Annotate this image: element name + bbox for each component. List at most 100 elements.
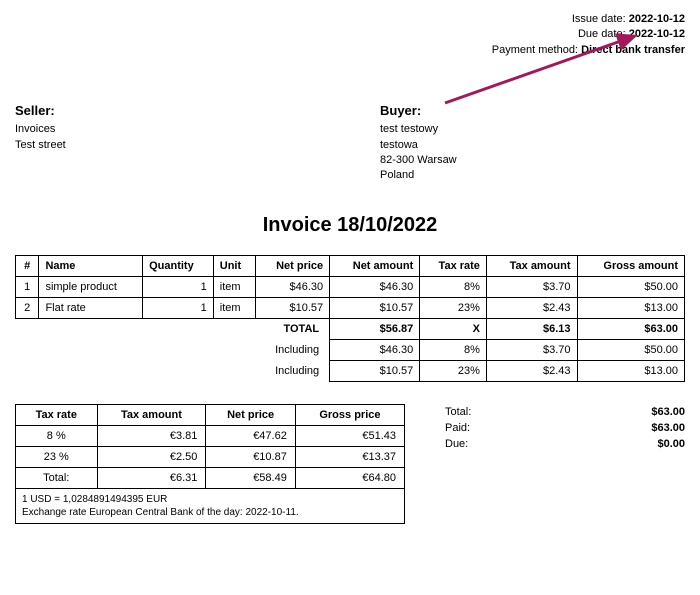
exchange-line1: 1 USD = 1,0284891494395 EUR xyxy=(22,493,398,506)
invoice-meta: Issue date: 2022-10-12 Due date: 2022-10… xyxy=(15,12,685,58)
tax-gross: €13.37 xyxy=(295,446,404,467)
including-net-amount: $46.30 xyxy=(330,339,420,360)
total-label: Total: xyxy=(445,406,471,418)
tax-col-amount: Tax amount xyxy=(97,404,206,425)
invoice-title: Invoice 18/10/2022 xyxy=(15,214,685,237)
tax-col-gross: Gross price xyxy=(295,404,404,425)
tax-total-row: Total: €6.31 €58.49 €64.80 xyxy=(16,467,405,488)
col-tax-rate: Tax rate xyxy=(420,255,487,276)
item-net-price: $46.30 xyxy=(255,276,329,297)
items-header-row: # Name Quantity Unit Net price Net amoun… xyxy=(16,255,685,276)
items-table: # Name Quantity Unit Net price Net amoun… xyxy=(15,255,685,382)
tax-row: 23 % €2.50 €10.87 €13.37 xyxy=(16,446,405,467)
item-name: Flat rate xyxy=(39,297,143,318)
totals-block: Total: $63.00 Paid: $63.00 Due: $0.00 xyxy=(445,404,685,452)
item-row: 2 Flat rate 1 item $10.57 $10.57 23% $2.… xyxy=(16,297,685,318)
due-row: Due: $0.00 xyxy=(445,436,685,452)
item-tax-rate: 23% xyxy=(420,297,487,318)
tax-table: Tax rate Tax amount Net price Gross pric… xyxy=(15,404,405,489)
due-label: Due: xyxy=(445,438,468,450)
due-date-value: 2022-10-12 xyxy=(629,28,685,40)
total-label: TOTAL xyxy=(255,318,329,339)
buyer-street: testowa xyxy=(380,138,685,153)
item-gross-amount: $50.00 xyxy=(577,276,684,297)
total-value: $63.00 xyxy=(651,406,685,418)
including-tax-amount: $3.70 xyxy=(486,339,577,360)
item-qty: 1 xyxy=(143,276,214,297)
total-tax-rate: X xyxy=(420,318,487,339)
exchange-note: 1 USD = 1,0284891494395 EUR Exchange rat… xyxy=(15,489,405,524)
tax-row: 8 % €3.81 €47.62 €51.43 xyxy=(16,425,405,446)
tax-summary-block: Tax rate Tax amount Net price Gross pric… xyxy=(15,404,405,524)
parties-section: Seller: Invoices Test street Buyer: test… xyxy=(15,103,685,184)
item-unit: item xyxy=(213,276,255,297)
tax-col-net: Net price xyxy=(206,404,295,425)
including-gross-amount: $13.00 xyxy=(577,360,684,381)
col-num: # xyxy=(16,255,39,276)
including-row: Including $46.30 8% $3.70 $50.00 xyxy=(16,339,685,360)
item-net-price: $10.57 xyxy=(255,297,329,318)
buyer-heading: Buyer: xyxy=(380,103,685,118)
payment-method-label: Payment method: xyxy=(492,44,578,56)
buyer-block: Buyer: test testowy testowa 82-300 Warsa… xyxy=(380,103,685,184)
tax-col-rate: Tax rate xyxy=(16,404,98,425)
tax-rate: Total: xyxy=(16,467,98,488)
col-gross-amount: Gross amount xyxy=(577,255,684,276)
tax-net: €58.49 xyxy=(206,467,295,488)
col-name: Name xyxy=(39,255,143,276)
col-net-price: Net price xyxy=(255,255,329,276)
item-qty: 1 xyxy=(143,297,214,318)
item-net-amount: $46.30 xyxy=(330,276,420,297)
col-unit: Unit xyxy=(213,255,255,276)
item-num: 1 xyxy=(16,276,39,297)
exchange-line2: Exchange rate European Central Bank of t… xyxy=(22,506,398,519)
item-tax-amount: $3.70 xyxy=(486,276,577,297)
buyer-country: Poland xyxy=(380,168,685,183)
due-date-label: Due date: xyxy=(578,28,626,40)
tax-rate: 23 % xyxy=(16,446,98,467)
col-qty: Quantity xyxy=(143,255,214,276)
total-row: TOTAL $56.87 X $6.13 $63.00 xyxy=(16,318,685,339)
buyer-city: 82-300 Warsaw xyxy=(380,153,685,168)
including-tax-rate: 23% xyxy=(420,360,487,381)
tax-gross: €51.43 xyxy=(295,425,404,446)
including-tax-amount: $2.43 xyxy=(486,360,577,381)
tax-amount: €6.31 xyxy=(97,467,206,488)
including-net-amount: $10.57 xyxy=(330,360,420,381)
including-row: Including $10.57 23% $2.43 $13.00 xyxy=(16,360,685,381)
seller-heading: Seller: xyxy=(15,103,320,118)
item-tax-amount: $2.43 xyxy=(486,297,577,318)
tax-net: €47.62 xyxy=(206,425,295,446)
item-tax-rate: 8% xyxy=(420,276,487,297)
including-label: Including xyxy=(255,360,329,381)
seller-address: Test street xyxy=(15,138,320,153)
seller-name: Invoices xyxy=(15,122,320,137)
paid-row: Paid: $63.00 xyxy=(445,420,685,436)
item-unit: item xyxy=(213,297,255,318)
buyer-name: test testowy xyxy=(380,122,685,137)
including-gross-amount: $50.00 xyxy=(577,339,684,360)
including-label: Including xyxy=(255,339,329,360)
total-gross-amount: $63.00 xyxy=(577,318,684,339)
seller-block: Seller: Invoices Test street xyxy=(15,103,320,184)
item-net-amount: $10.57 xyxy=(330,297,420,318)
col-net-amount: Net amount xyxy=(330,255,420,276)
item-gross-amount: $13.00 xyxy=(577,297,684,318)
paid-value: $63.00 xyxy=(651,422,685,434)
issue-date-label: Issue date: xyxy=(572,13,626,25)
issue-date-value: 2022-10-12 xyxy=(629,13,685,25)
tax-gross: €64.80 xyxy=(295,467,404,488)
col-tax-amount: Tax amount xyxy=(486,255,577,276)
due-value: $0.00 xyxy=(657,438,685,450)
including-tax-rate: 8% xyxy=(420,339,487,360)
item-row: 1 simple product 1 item $46.30 $46.30 8%… xyxy=(16,276,685,297)
paid-label: Paid: xyxy=(445,422,470,434)
total-net-amount: $56.87 xyxy=(330,318,420,339)
item-num: 2 xyxy=(16,297,39,318)
total-row: Total: $63.00 xyxy=(445,404,685,420)
bottom-section: Tax rate Tax amount Net price Gross pric… xyxy=(15,404,685,524)
item-name: simple product xyxy=(39,276,143,297)
tax-rate: 8 % xyxy=(16,425,98,446)
total-tax-amount: $6.13 xyxy=(486,318,577,339)
tax-header-row: Tax rate Tax amount Net price Gross pric… xyxy=(16,404,405,425)
